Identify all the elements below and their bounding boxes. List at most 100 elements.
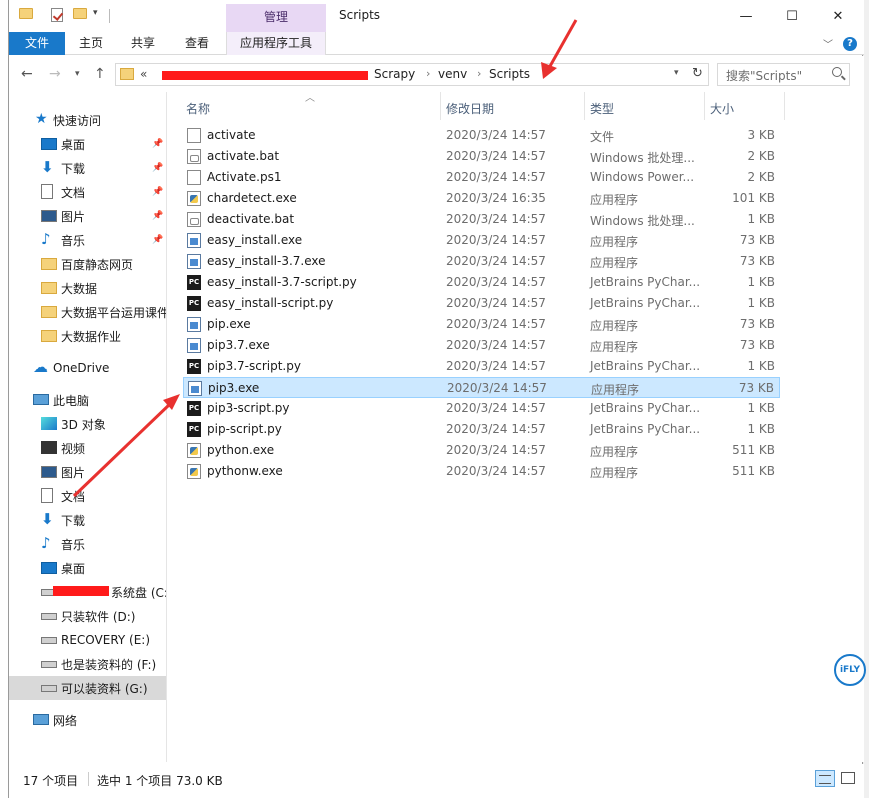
sidebar-item-drive-0[interactable]: 系统盘 (C: [9,580,166,604]
pin-icon[interactable]: 📌 [152,235,163,245]
pin-icon[interactable]: 📌 [152,211,163,221]
table-row[interactable]: pip3.exe 2020/3/24 14:57 应用程序 73 KB [183,377,780,398]
column-divider[interactable] [704,92,705,120]
column-header-type[interactable]: 类型 [590,100,614,117]
file-size: 2 KB [747,170,775,184]
sidebar-item-drive-3[interactable]: 也是装资料的 (F:) [9,652,166,676]
sidebar-item-quick-2[interactable]: 文档 📌 [9,180,166,204]
column-header-name[interactable]: 名称 [186,100,210,117]
file-type: JetBrains PyChar... [590,422,701,436]
sidebar-item-quick-7[interactable]: 大数据平台运用课件 [9,300,166,324]
pin-icon[interactable]: 📌 [152,187,163,197]
maximize-button[interactable]: ☐ [769,0,815,32]
close-button[interactable]: ✕ [815,0,861,32]
table-row[interactable]: Activate.ps1 2020/3/24 14:57 Windows Power… [183,167,780,188]
table-row[interactable]: pythonw.exe 2020/3/24 14:57 应用程序 511 KB [183,461,780,482]
pin-icon[interactable]: 📌 [152,163,163,173]
column-header-date[interactable]: 修改日期 [446,100,494,117]
sidebar-item-quick-3[interactable]: 图片 📌 [9,204,166,228]
sidebar-item-label: 大数据 [61,281,98,296]
sidebar-item-pc-4[interactable]: ⬇ 下载 [9,508,166,532]
sidebar-item-pc-1[interactable]: 视频 [9,436,166,460]
sidebar-item-drive-4[interactable]: 可以装资料 (G:) [9,676,166,700]
breadcrumb-separator-icon[interactable]: › [426,67,430,80]
sidebar-item-quick-4[interactable]: ♪ 音乐 📌 [9,228,166,252]
folder-icon[interactable] [19,8,33,19]
sidebar-item-network[interactable]: 网络 [9,708,166,732]
sidebar-item-label: 桌面 [61,137,86,152]
sidebar-item-this-pc[interactable]: 此电脑 [9,388,166,412]
sidebar-item-quick-8[interactable]: 大数据作业 [9,324,166,348]
new-folder-icon[interactable] [73,8,87,19]
table-row[interactable]: PC pip3-script.py 2020/3/24 14:57 JetBrains… [183,398,780,419]
table-row[interactable]: pip.exe 2020/3/24 14:57 应用程序 73 KB [183,314,780,335]
background-window-edge [0,0,8,798]
minimize-button[interactable]: — [723,0,769,32]
up-arrow-icon[interactable]: ↑ [94,66,106,82]
chevron-down-icon[interactable]: ▾ [674,68,679,78]
breadcrumb-separator-icon[interactable]: › [477,67,481,80]
table-row[interactable]: activate.bat 2020/3/24 14:57 Windows 批处理..… [183,146,780,167]
table-row[interactable]: easy_install.exe 2020/3/24 14:57 应用程序 73 KB [183,230,780,251]
table-row[interactable]: pip3.7.exe 2020/3/24 14:57 应用程序 73 KB [183,335,780,356]
pin-icon[interactable]: 📌 [152,139,163,149]
table-row[interactable]: PC easy_install-script.py 2020/3/24 14:57 J… [183,293,780,314]
sidebar-item-quick-1[interactable]: ⬇ 下载 📌 [9,156,166,180]
tab-application-tools[interactable]: 应用程序工具 [226,32,326,55]
title-bar: ▾ 管理 Scripts — ☐ ✕ [9,0,864,32]
sidebar-item-drive-2[interactable]: RECOVERY (E:) [9,628,166,652]
tab-home[interactable]: 主页 [67,32,115,55]
breadcrumb-scrapy[interactable]: Scrapy [374,67,415,81]
search-input[interactable]: 搜索"Scripts" [717,63,850,86]
sidebar-item-quick-6[interactable]: 大数据 [9,276,166,300]
breadcrumb-scripts[interactable]: Scripts [489,67,530,81]
tab-share[interactable]: 共享 [119,32,167,55]
recent-locations-icon[interactable]: ▾ [75,69,80,79]
quick-access-toolbar-dropdown-icon[interactable]: ▾ [93,8,98,18]
refresh-icon[interactable]: ↻ [692,66,703,81]
help-icon[interactable]: ? [843,37,857,51]
column-divider[interactable] [440,92,441,120]
table-row[interactable]: PC easy_install-3.7-script.py 2020/3/24 14… [183,272,780,293]
properties-icon[interactable] [51,8,63,22]
table-row[interactable]: chardetect.exe 2020/3/24 16:35 应用程序 101 KB [183,188,780,209]
table-row[interactable]: PC pip3.7-script.py 2020/3/24 14:57 JetBrai… [183,356,780,377]
file-date: 2020/3/24 14:57 [446,359,546,373]
details-view-button[interactable] [815,770,835,787]
sidebar-item-label: 下载 [61,513,86,528]
sidebar-item-pc-0[interactable]: 3D 对象 [9,412,166,436]
sidebar-item-quick-access[interactable]: ★ 快速访问 [9,108,166,132]
table-row[interactable]: deactivate.bat 2020/3/24 14:57 Windows 批处理… [183,209,780,230]
table-row[interactable]: easy_install-3.7.exe 2020/3/24 14:57 应用程序 7… [183,251,780,272]
large-icons-view-button[interactable] [841,772,855,784]
table-row[interactable]: activate 2020/3/24 14:57 文件 3 KB [183,125,780,146]
expand-ribbon-icon[interactable]: ﹀ [823,36,833,51]
column-divider[interactable] [784,92,785,120]
file-name: pip-script.py [207,422,282,436]
column-divider[interactable] [584,92,585,120]
address-bar[interactable]: « Scrapy › venv › Scripts ▾ ↻ [115,63,709,86]
forward-arrow-icon[interactable]: → [49,66,61,82]
sidebar-item-label: 百度静态网页 [61,257,134,272]
sidebar-item-pc-5[interactable]: ♪ 音乐 [9,532,166,556]
table-row[interactable]: python.exe 2020/3/24 14:57 应用程序 511 KB [183,440,780,461]
back-arrow-icon[interactable]: ← [21,66,33,82]
sidebar-item-onedrive[interactable]: ☁ OneDrive [9,356,166,380]
sidebar-item-pc-6[interactable]: 桌面 [9,556,166,580]
sidebar-item-quick-0[interactable]: 桌面 📌 [9,132,166,156]
tab-file[interactable]: 文件 [9,32,65,55]
column-header-size[interactable]: 大小 [710,100,734,117]
sidebar-item-pc-3[interactable]: 文档 [9,484,166,508]
table-row[interactable]: PC pip-script.py 2020/3/24 14:57 JetBrains … [183,419,780,440]
tab-view[interactable]: 查看 [171,32,223,55]
exe-icon [187,254,201,269]
sidebar-item-label: 图片 [61,209,86,224]
sidebar-item-pc-2[interactable]: 图片 [9,460,166,484]
context-tab-manage[interactable]: 管理 [226,4,326,32]
sidebar-item-quick-5[interactable]: 百度静态网页 [9,252,166,276]
ifly-floating-badge[interactable]: iFLY [834,654,866,686]
breadcrumb-venv[interactable]: venv [438,67,467,81]
file-icon [187,128,201,143]
breadcrumb-overflow[interactable]: « [140,67,147,81]
sidebar-item-drive-1[interactable]: 只装软件 (D:) [9,604,166,628]
